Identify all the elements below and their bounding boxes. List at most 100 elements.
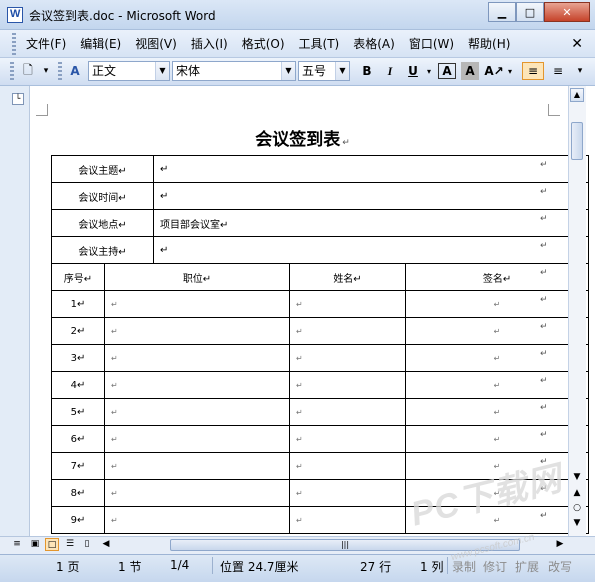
info-value[interactable]: ↵ — [153, 236, 590, 264]
word-app-icon[interactable] — [7, 7, 23, 23]
italic-icon[interactable]: I — [381, 62, 399, 80]
row-number[interactable]: 6↵ — [51, 425, 105, 453]
vertical-scroll-thumb[interactable] — [571, 122, 583, 160]
bold-icon[interactable]: B — [358, 62, 376, 80]
styles-formatting-icon[interactable]: A — [66, 62, 84, 80]
column-header[interactable]: 姓名↵ — [289, 263, 407, 291]
table-cell[interactable]: ↵ — [289, 290, 407, 318]
table-cell[interactable]: ↵ — [103, 371, 291, 399]
column-header[interactable]: 序号↵ — [51, 263, 105, 291]
character-border-icon[interactable]: A — [438, 63, 456, 79]
row-number[interactable]: 7↵ — [51, 452, 105, 480]
table-cell[interactable]: ↵ — [103, 317, 291, 345]
table-cell[interactable]: ↵ — [103, 479, 291, 507]
status-ext[interactable]: 扩展 — [515, 558, 539, 575]
select-browse-object-icon[interactable]: ○ — [571, 503, 583, 513]
web-view-icon[interactable]: ▣ — [28, 538, 42, 551]
status-trk[interactable]: 修订 — [483, 558, 507, 575]
menu-edit[interactable]: 编辑(E) — [80, 35, 121, 52]
previous-page-icon[interactable]: ▲ — [571, 488, 583, 498]
menu-window[interactable]: 窗口(W) — [409, 35, 454, 52]
menu-help[interactable]: 帮助(H) — [468, 35, 510, 52]
scroll-down-icon[interactable]: ▼ — [571, 472, 583, 482]
table-cell[interactable]: ↵ — [289, 506, 407, 534]
menu-format[interactable]: 格式(O) — [242, 35, 285, 52]
scroll-up-icon[interactable]: ▲ — [570, 88, 584, 102]
info-label[interactable]: 会议主题↵ — [50, 155, 155, 183]
table-cell[interactable]: ↵ — [405, 398, 590, 426]
style-select[interactable]: 正文 ▼ — [88, 61, 170, 81]
scroll-right-icon[interactable]: ▶ — [553, 538, 567, 551]
new-document-icon[interactable]: 🗋 — [20, 62, 36, 80]
info-label[interactable]: 会议时间↵ — [50, 182, 155, 210]
info-value[interactable]: ↵ — [153, 182, 590, 210]
row-number[interactable]: 4↵ — [51, 371, 105, 399]
table-cell[interactable]: ↵ — [103, 452, 291, 480]
row-number[interactable]: 8↵ — [51, 479, 105, 507]
table-cell[interactable]: ↵ — [405, 290, 590, 318]
menu-grip[interactable] — [12, 33, 16, 55]
row-number[interactable]: 9↵ — [51, 506, 105, 534]
table-cell[interactable]: ↵ — [103, 398, 291, 426]
scaling-dropdown-icon[interactable]: ▾ — [505, 62, 515, 80]
character-scaling-icon[interactable]: A↗ — [484, 62, 504, 80]
table-cell[interactable]: ↵ — [103, 425, 291, 453]
table-cell[interactable]: ↵ — [289, 452, 407, 480]
distributed-align-icon[interactable]: ≡ — [548, 62, 568, 80]
row-number[interactable]: 2↵ — [51, 317, 105, 345]
table-cell[interactable]: ↵ — [289, 344, 407, 372]
maximize-button[interactable]: □ — [516, 2, 544, 22]
table-cell[interactable]: ↵ — [289, 317, 407, 345]
underline-icon[interactable]: U — [404, 62, 422, 80]
table-cell[interactable]: ↵ — [405, 425, 590, 453]
table-cell[interactable]: ↵ — [289, 398, 407, 426]
font-select[interactable]: 宋体 ▼ — [172, 61, 296, 81]
print-layout-icon[interactable]: □ — [45, 538, 59, 551]
tab-selector-icon[interactable]: └ — [12, 93, 24, 105]
table-cell[interactable]: ↵ — [103, 290, 291, 318]
chevron-down-icon[interactable]: ▼ — [335, 62, 349, 80]
row-number[interactable]: 3↵ — [51, 344, 105, 372]
info-label[interactable]: 会议主持↵ — [50, 236, 155, 264]
minimize-button[interactable]: ▁ — [488, 2, 516, 22]
row-number[interactable]: 5↵ — [51, 398, 105, 426]
close-button[interactable]: ✕ — [544, 2, 590, 22]
character-shading-icon[interactable]: A — [461, 62, 479, 80]
scroll-left-icon[interactable]: ◀ — [99, 538, 113, 551]
info-value[interactable]: 项目部会议室↵ — [153, 209, 590, 237]
table-cell[interactable]: ↵ — [289, 425, 407, 453]
chevron-down-icon[interactable]: ▼ — [155, 62, 169, 80]
toolbar-grip[interactable] — [10, 62, 14, 82]
font-size-select[interactable]: 五号 ▼ — [298, 61, 350, 81]
row-number[interactable]: 1↵ — [51, 290, 105, 318]
menu-insert[interactable]: 插入(I) — [191, 35, 228, 52]
menu-tools[interactable]: 工具(T) — [299, 35, 340, 52]
column-header[interactable]: 签名↵ — [405, 263, 590, 291]
underline-dropdown-icon[interactable]: ▾ — [424, 62, 434, 80]
next-page-icon[interactable]: ▼ — [571, 518, 583, 528]
outline-view-icon[interactable]: ☰ — [63, 538, 77, 551]
status-ovr[interactable]: 改写 — [548, 558, 572, 575]
end-of-row-mark: ↵ — [540, 214, 548, 224]
document-close-icon[interactable]: ✕ — [571, 36, 583, 52]
table-cell[interactable]: ↵ — [405, 371, 590, 399]
info-label[interactable]: 会议地点↵ — [50, 209, 155, 237]
column-header[interactable]: 职位↵ — [103, 263, 291, 291]
table-cell[interactable]: ↵ — [103, 344, 291, 372]
reading-view-icon[interactable]: ▯ — [80, 538, 94, 551]
table-cell[interactable]: ↵ — [405, 344, 590, 372]
menu-table[interactable]: 表格(A) — [353, 35, 395, 52]
table-cell[interactable]: ↵ — [103, 506, 291, 534]
menu-file[interactable]: 文件(F) — [26, 35, 66, 52]
normal-view-icon[interactable]: ≡ — [10, 538, 24, 551]
toolbar-options-icon[interactable]: ▾ — [40, 62, 52, 80]
table-cell[interactable]: ↵ — [405, 317, 590, 345]
align-justify-icon[interactable]: ≡ — [522, 62, 544, 80]
menu-view[interactable]: 视图(V) — [135, 35, 177, 52]
chevron-down-icon[interactable]: ▼ — [281, 62, 295, 80]
toolbar-more-icon[interactable]: ▾ — [574, 62, 586, 80]
table-cell[interactable]: ↵ — [289, 371, 407, 399]
table-cell[interactable]: ↵ — [289, 479, 407, 507]
info-value[interactable]: ↵ — [153, 155, 590, 183]
toolbar-grip-2[interactable] — [58, 62, 62, 82]
